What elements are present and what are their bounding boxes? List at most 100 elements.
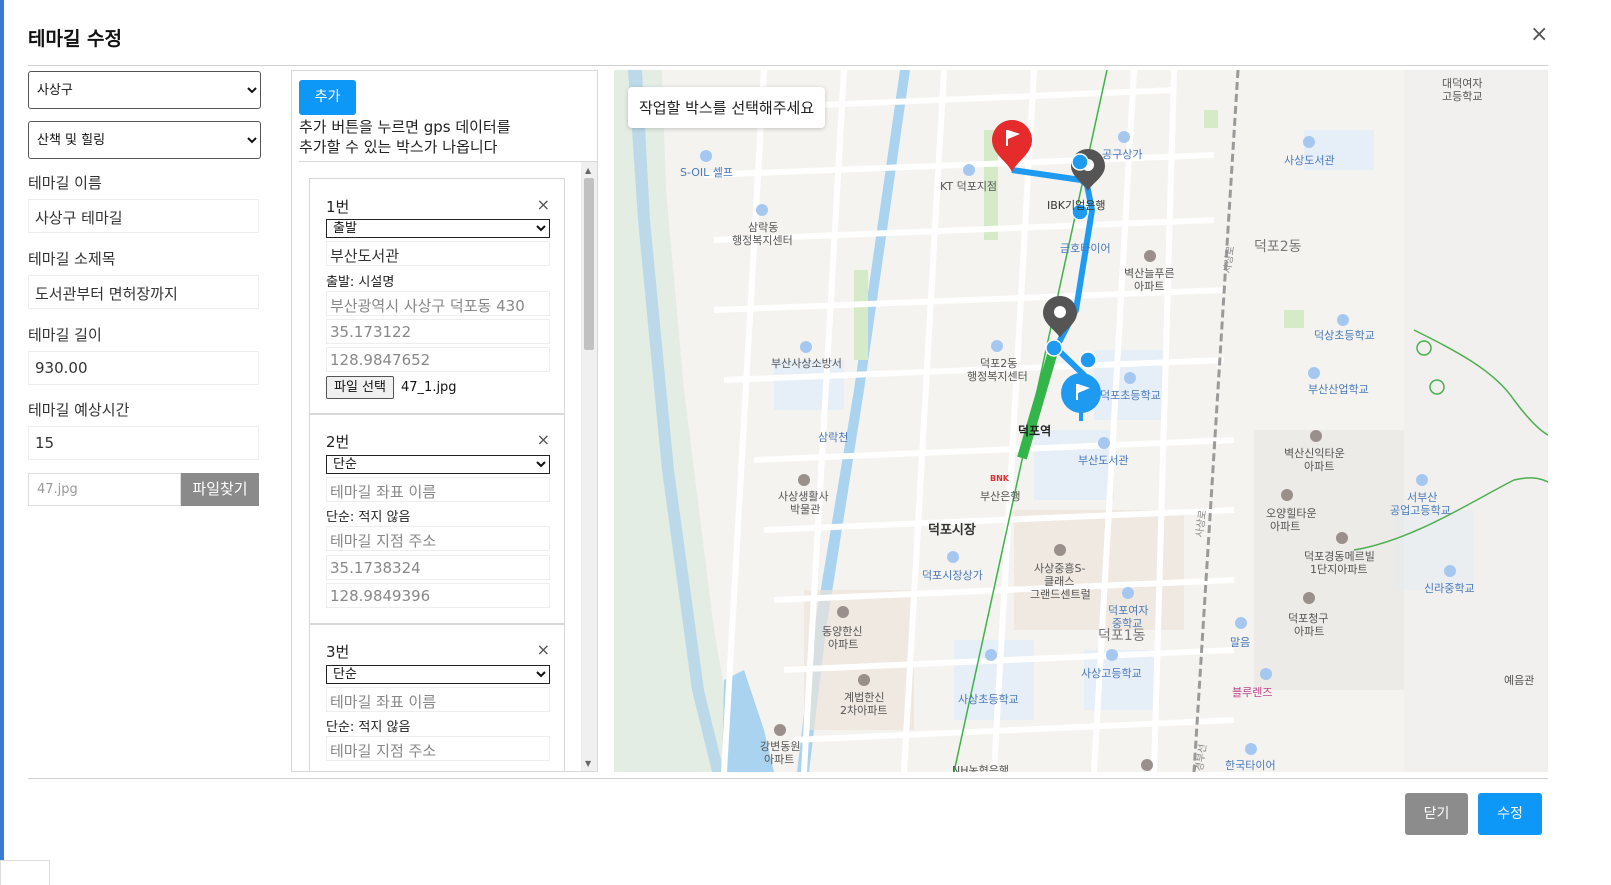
map-label: IBK기업은행 [1047, 199, 1106, 212]
point-caption: 단순: 적지 않음 [326, 720, 411, 735]
file-find-button[interactable]: 파일찾기 [181, 473, 259, 506]
map-label: BNK [990, 474, 1009, 483]
map-label: 부산산업학교 [1308, 383, 1369, 396]
close-button[interactable]: 닫기 [1405, 793, 1468, 835]
map-label: 덕포초등학교 [1100, 389, 1161, 402]
file-name-field: 47.jpg [28, 473, 181, 506]
map-label: 아파트 [1270, 520, 1301, 533]
point-lat-input[interactable]: 35.173122 [326, 319, 550, 344]
point-file-name: 47_1.jpg [401, 380, 457, 395]
point-lng-input[interactable]: 128.9847652 [326, 347, 550, 372]
point-file-button[interactable]: 파일 선택 [326, 376, 394, 399]
point-address-input[interactable]: 부산광역시 사상구 덕포동 430 [326, 291, 550, 316]
footer-divider [28, 778, 1548, 779]
map-label: 말음 [1230, 636, 1251, 649]
map-label: 부산도서관 [1078, 454, 1129, 467]
map-label: 아파트 [1134, 280, 1165, 293]
scroll-down-icon[interactable]: ▼ [585, 759, 591, 768]
card-close-icon[interactable]: × [537, 640, 550, 659]
map-label: 1단지아파트 [1310, 563, 1368, 576]
guide-line-1: 추가 버튼을 누르면 gps 데이터를 [299, 118, 511, 136]
map-label: 아파트 [1304, 460, 1335, 473]
map-label: 사상고등학교 [1081, 667, 1142, 680]
map-label: 삼락천 [818, 431, 849, 444]
point-name-input[interactable]: 부산도서관 [326, 241, 550, 266]
scroll-up-icon[interactable]: ▲ [585, 166, 591, 175]
file-upload-row: 47.jpg 파일찾기 [28, 473, 259, 506]
edit-button[interactable]: 수정 [1478, 793, 1542, 835]
card-close-icon[interactable]: × [537, 430, 550, 449]
map-label: 덕포시장 [928, 523, 976, 538]
map-label: 블루렌즈 [1232, 686, 1273, 699]
guide-line-2: 추가할 수 있는 박스가 나옵니다 [299, 138, 498, 156]
map-label: 덕포역 [1018, 424, 1052, 438]
map-label: 박물관 [790, 503, 821, 516]
map-label: KT 덕포지점 [940, 180, 998, 193]
point-card-3[interactable]: 3번 × 단순 테마길 좌표 이름 단순: 적지 않음 테마길 지점 주소 [309, 624, 565, 771]
guide-text: 추가 버튼을 누르면 gps 데이터를 추가할 수 있는 박스가 나옵니다 [299, 117, 511, 157]
card-number: 2번 [326, 433, 350, 451]
point-card-1[interactable]: 1번 × 출발 부산도서관 출발: 시설명 부산광역시 사상구 덕포동 430 … [309, 178, 565, 414]
time-label: 테마길 예상시간 [28, 401, 130, 419]
map-label: 공구상가 [1102, 148, 1143, 161]
card-number: 3번 [326, 643, 350, 661]
subtitle-input[interactable]: 도서관부터 면허장까지 [28, 275, 259, 309]
points-scrollbar[interactable]: ▲ ▼ [581, 162, 597, 771]
close-icon[interactable]: × [1530, 22, 1548, 47]
point-type-select[interactable]: 단순 [326, 665, 550, 684]
points-list[interactable]: 1번 × 출발 부산도서관 출발: 시설명 부산광역시 사상구 덕포동 430 … [299, 161, 597, 771]
point-caption: 단순: 적지 않음 [326, 510, 411, 525]
map-label: 아파트 [764, 753, 795, 766]
district-select[interactable]: 사상구 [28, 71, 261, 109]
point-type-select[interactable]: 단순 [326, 455, 550, 474]
point-card-2[interactable]: 2번 × 단순 테마길 좌표 이름 단순: 적지 않음 테마길 지점 주소 35… [309, 414, 565, 624]
map-label: 덕상초등학교 [1314, 329, 1375, 342]
category-select[interactable]: 산책 및 힐링 [28, 121, 261, 159]
name-input[interactable]: 사상구 테마길 [28, 199, 259, 233]
map-label: 행정복지센터 [732, 234, 793, 247]
map-label: 부산은행 [980, 490, 1021, 503]
map-label: 예음관 [1504, 674, 1535, 687]
map-label: S-OIL 셀프 [680, 166, 734, 179]
map-label: 그랜드센트럴 [1030, 588, 1091, 601]
map-label: 아파트 [1294, 625, 1325, 638]
time-input[interactable]: 15 [28, 426, 259, 460]
left-edge-strip [0, 0, 4, 885]
map-label: 덕포2동 [1254, 239, 1302, 255]
map-label: 덕포시장상가 [922, 569, 983, 582]
point-address-input[interactable]: 테마길 지점 주소 [326, 736, 550, 761]
map-label: 부산사상소방서 [771, 357, 842, 370]
map-label: NH농협은행 [952, 764, 1009, 772]
point-caption: 출발: 시설명 [326, 275, 395, 290]
map-label: 사상초등학교 [958, 693, 1019, 706]
point-name-input[interactable]: 테마길 좌표 이름 [326, 687, 550, 712]
point-type-select[interactable]: 출발 [326, 219, 550, 238]
points-panel: 추가 추가 버튼을 누르면 gps 데이터를 추가할 수 있는 박스가 나옵니다… [291, 70, 598, 772]
card-close-icon[interactable]: × [537, 195, 550, 214]
map-label: 2차아파트 [840, 704, 888, 717]
map-label: 아파트 [828, 638, 859, 651]
map-label: 행정복지센터 [967, 370, 1028, 383]
bottom-tab [0, 860, 50, 885]
map-view[interactable]: S-OIL 셀프 KT 덕포지점 IBK기업은행 공구상가 삼락동 행정복지센터… [614, 70, 1548, 772]
modal-title: 테마길 수정 [28, 28, 123, 50]
map-tooltip: 작업할 박스를 선택해주세요 [628, 87, 826, 128]
map-label: 공업고등학교 [1390, 504, 1451, 517]
length-label: 테마길 길이 [28, 326, 102, 344]
subtitle-label: 테마길 소제목 [28, 250, 116, 268]
point-address-input[interactable]: 테마길 지점 주소 [326, 526, 550, 551]
point-name-input[interactable]: 테마길 좌표 이름 [326, 477, 550, 502]
card-number: 1번 [326, 198, 350, 216]
map-label: 금호타이어 [1060, 242, 1111, 255]
map-label: 신라중학교 [1424, 582, 1475, 595]
name-label: 테마길 이름 [28, 174, 102, 192]
point-lng-input[interactable]: 128.9849396 [326, 583, 550, 608]
point-lat-input[interactable]: 35.1738324 [326, 555, 550, 580]
length-input[interactable]: 930.00 [28, 351, 259, 385]
scroll-thumb[interactable] [584, 178, 594, 350]
add-button[interactable]: 추가 [299, 80, 356, 115]
map-label: 덕포1동 [1098, 628, 1146, 644]
map-label: 한국타이어 [1225, 759, 1276, 772]
header-divider [28, 65, 1548, 66]
map-label: 고등학교 [1442, 90, 1483, 103]
